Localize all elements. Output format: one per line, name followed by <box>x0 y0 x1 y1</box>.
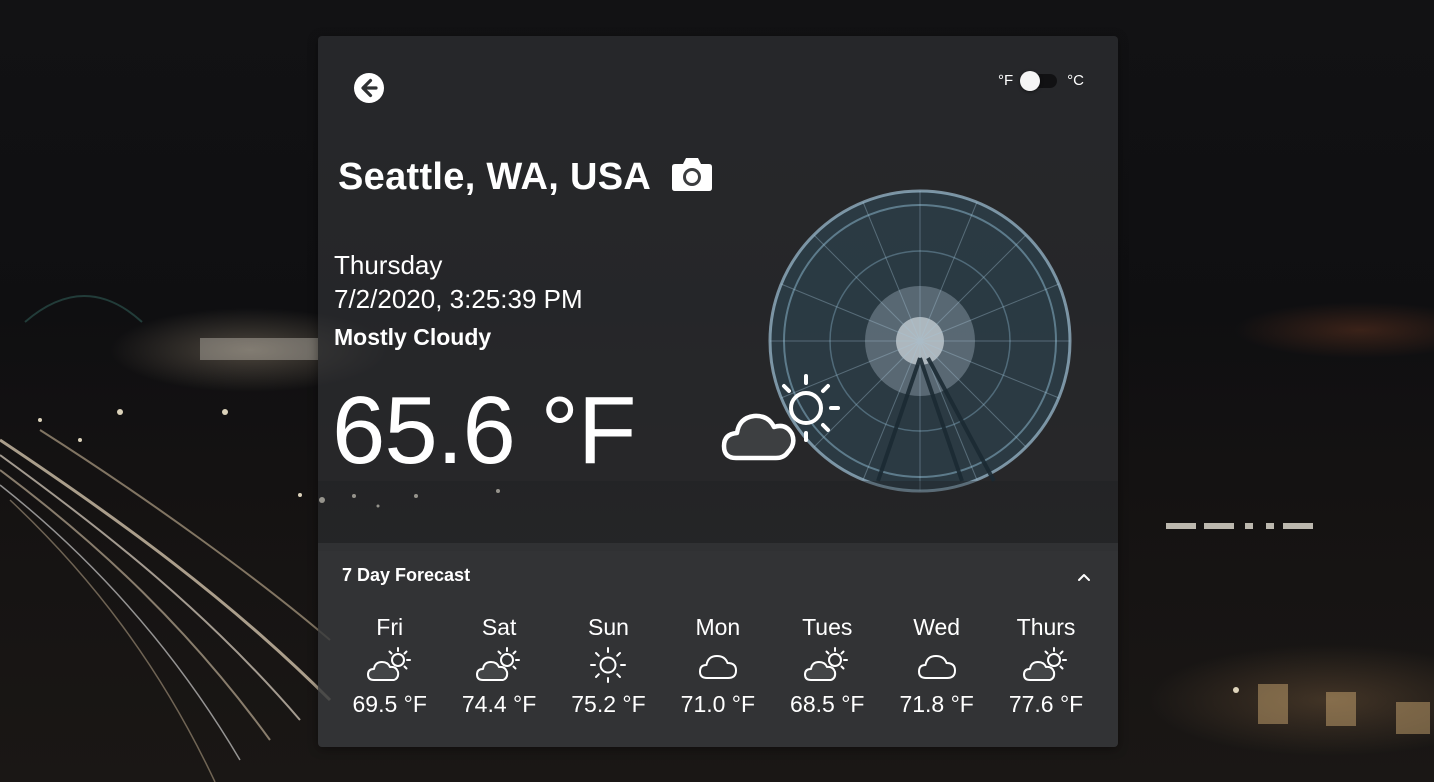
location-row: Seattle, WA, USA <box>338 156 713 199</box>
cloud-icon <box>917 655 956 679</box>
current-datetime: 7/2/2020, 3:25:39 PM <box>334 284 583 314</box>
forecast-day-name: Fri <box>376 614 404 640</box>
fahrenheit-label: °F <box>997 72 1014 89</box>
city-title: Seattle, WA, USA <box>338 156 652 198</box>
forecast-day-temp: 75.2 °F <box>571 691 646 717</box>
cloud-icon <box>698 655 737 679</box>
forecast-title: 7 Day Forecast <box>342 565 471 585</box>
back-arrow-icon[interactable] <box>353 72 385 104</box>
forecast-day-name: Wed <box>913 614 961 640</box>
unit-switch[interactable] <box>1020 70 1058 91</box>
forecast-day: Mon 71.0 °F <box>663 613 772 718</box>
partly-cloudy-icon <box>721 374 840 461</box>
forecast-day-temp: 71.8 °F <box>899 691 974 717</box>
forecast-day: Fri 69.5 °F <box>335 613 444 718</box>
forecast-day-temp: 69.5 °F <box>352 691 427 717</box>
partly-cloudy-icon <box>1023 647 1068 681</box>
forecast-day-name: Tues <box>802 614 853 640</box>
forecast-day: Thurs 77.6 °F <box>991 613 1100 718</box>
current-condition: Mostly Cloudy <box>334 324 492 350</box>
unit-switch-knob[interactable] <box>1020 70 1041 91</box>
partly-cloudy-icon <box>476 647 521 681</box>
unit-toggle: °F °C <box>997 70 1084 91</box>
forecast-day: Wed 71.8 °F <box>882 613 991 718</box>
sun-icon <box>590 647 627 683</box>
forecast-day-name: Mon <box>695 614 741 640</box>
partly-cloudy-icon <box>804 647 849 681</box>
celsius-label: °C <box>1067 72 1084 89</box>
partly-cloudy-icon <box>366 647 411 681</box>
forecast-day-name: Sat <box>481 614 517 640</box>
weather-card: °F °C Seattle, WA, USA Thursday 7/2/2020… <box>318 36 1118 747</box>
current-temperature: 65.6 °F <box>332 377 637 484</box>
forecast-day-name: Thurs <box>1016 614 1076 640</box>
camera-icon[interactable] <box>671 155 713 193</box>
forecast-day: Tues 68.5 °F <box>773 613 882 718</box>
chevron-up-icon[interactable] <box>1076 569 1092 585</box>
current-day: Thursday <box>334 250 443 280</box>
forecast-days: Fri 69.5 °F Sat 74.4 °F Sun 75.2 °F Mon … <box>335 613 1101 718</box>
forecast-day-temp: 77.6 °F <box>1008 691 1084 717</box>
forecast-day-temp: 74.4 °F <box>461 691 537 717</box>
forecast-panel: 7 Day Forecast Fri 69.5 °F Sat 74.4 °F S… <box>318 543 1118 747</box>
forecast-day-name: Sun <box>588 614 629 640</box>
forecast-day: Sat 74.4 °F <box>444 613 553 718</box>
forecast-day-temp: 68.5 °F <box>790 691 865 717</box>
forecast-day: Sun 75.2 °F <box>554 613 663 718</box>
forecast-day-temp: 71.0 °F <box>680 691 756 717</box>
